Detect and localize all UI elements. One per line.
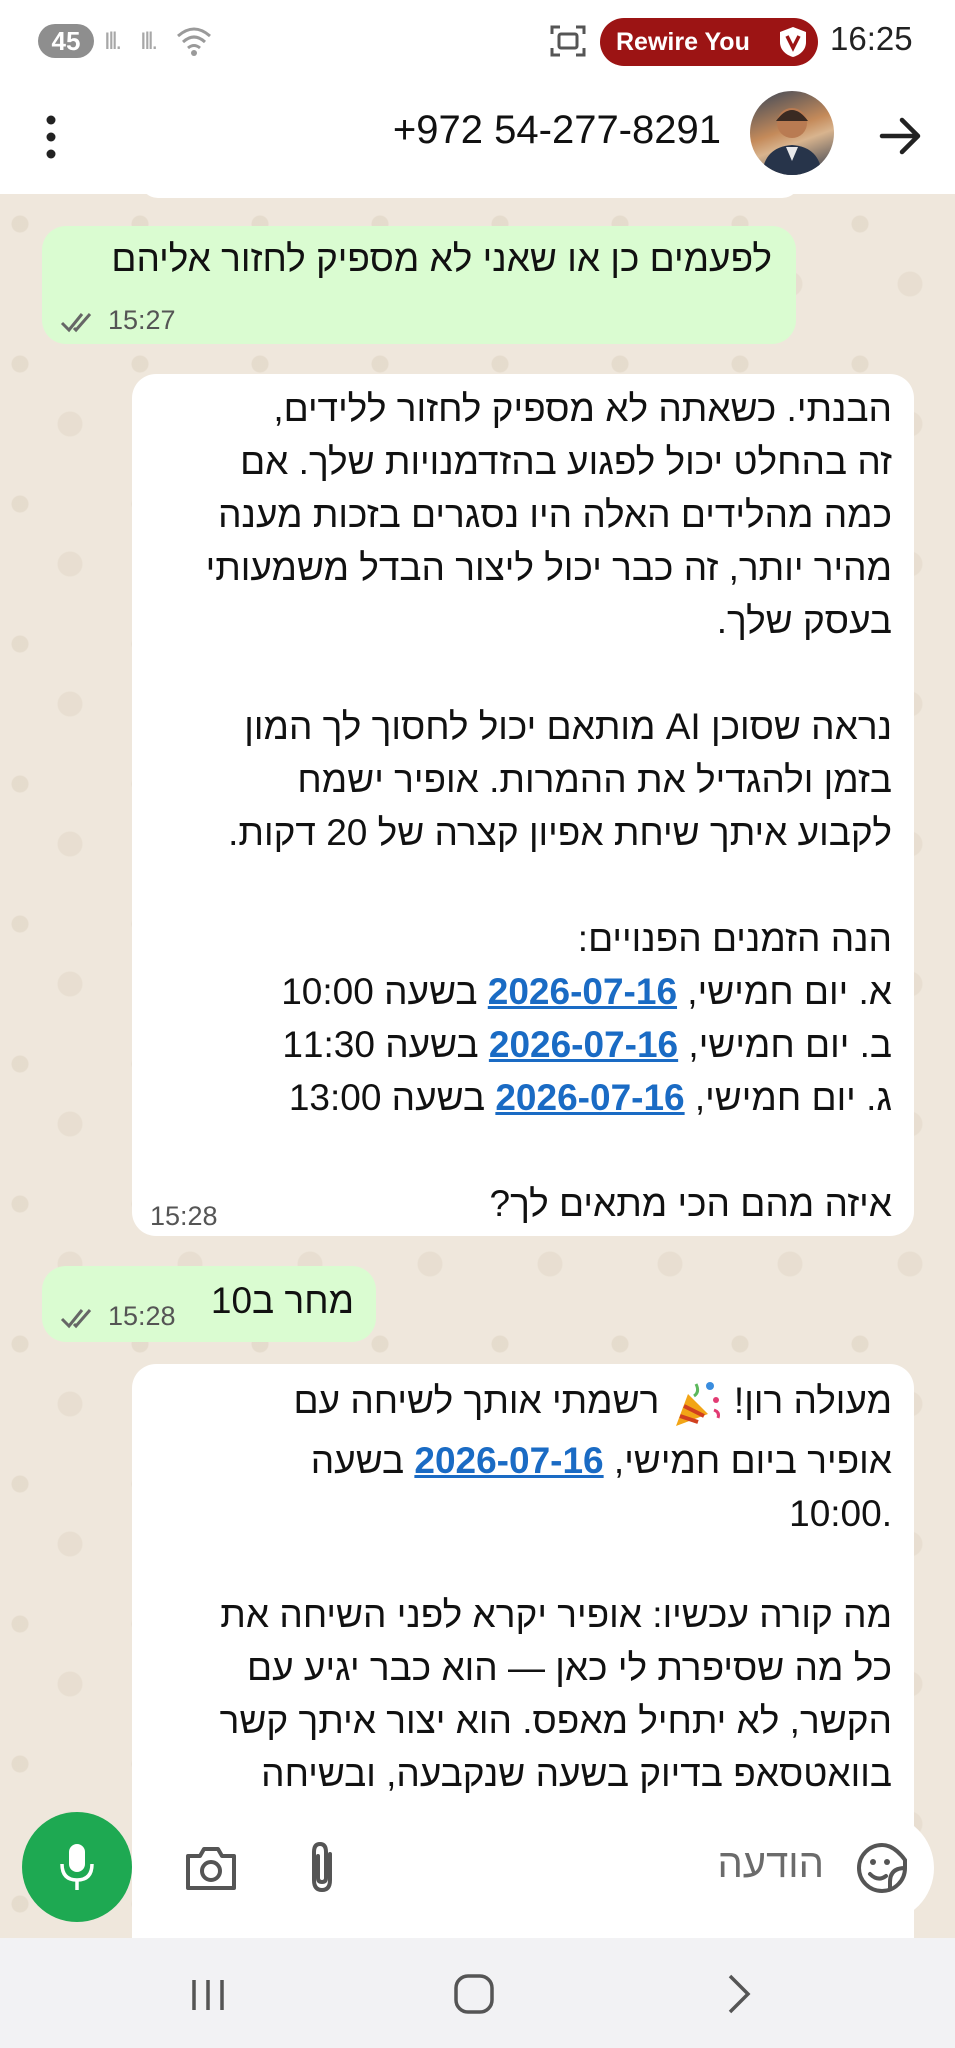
mic-button[interactable] xyxy=(22,1812,132,1922)
message-line: מהיר יותר, זה כבר יכול ליצור הבדל משמעות… xyxy=(205,547,892,588)
message-outgoing[interactable]: מחר ב10 15:28 xyxy=(42,1266,376,1342)
home-icon[interactable] xyxy=(450,1970,498,2018)
message-line: מה קורה עכשיו: אופיר יקרא לפני השיחה את xyxy=(220,1594,892,1635)
signal-icon: Ill. xyxy=(104,28,122,55)
screenshot-icon xyxy=(550,25,586,57)
message-line: בעסק שלך. xyxy=(716,600,892,641)
double-check-icon xyxy=(60,1308,92,1329)
slot-option: א. יום חמישי, 2026-07-16 בשעה 10:00 xyxy=(281,971,892,1012)
clock: 16:25 xyxy=(830,20,913,57)
slot-option: ג. יום חמישי, 2026-07-16 בשעה 13:00 xyxy=(288,1077,892,1118)
message-blank xyxy=(206,1124,892,1177)
message-line: לקבוע איתך שיחת אפיון קצרה של 20 דקות. xyxy=(228,812,892,853)
message-line: .10:00 xyxy=(789,1493,892,1534)
rewire-label: Rewire You xyxy=(616,28,750,56)
message-line: זה בהחלט יכול לפגוע בהזדמנויות שלך. אם xyxy=(240,441,892,482)
chat-header: +972 54-277-8291 xyxy=(0,82,955,194)
signal-icon-2: Ill. xyxy=(140,28,158,55)
chat-area[interactable]: לפעמים כן או שאני לא מספיק לחזור אליהם 1… xyxy=(0,194,955,1938)
message-line: בוואטסאפ בדיוק בשעה שנקבעה, ובשיחה xyxy=(261,1753,892,1794)
message-line: הנה הזמנים הפנויים: xyxy=(577,918,892,959)
avatar[interactable] xyxy=(750,91,834,175)
rewire-you-pill[interactable]: Rewire You xyxy=(600,18,818,66)
paperclip-icon[interactable] xyxy=(298,1840,348,1896)
message-incoming[interactable]: הבנתי. כשאתה לא מספיק לחזור ללידים, זה ב… xyxy=(132,374,914,1236)
message-text: מחר ב10 xyxy=(210,1280,354,1321)
message-line: הבנתי. כשאתה לא מספיק לחזור ללידים, xyxy=(273,388,892,429)
message-text: לפעמים כן או שאני לא מספיק לחזור אליהם xyxy=(111,238,772,279)
back-icon[interactable] xyxy=(716,1970,764,2018)
message-line: הקשר, לא יתחיל מאפס. הוא יצור איתך קשר xyxy=(219,1700,892,1741)
message-line: אופיר ביום חמישי, 2026-07-16 בשעה xyxy=(310,1440,892,1481)
message-time: 15:28 xyxy=(60,1290,176,1343)
system-nav-bar xyxy=(0,1938,955,2048)
message-line: בזמן ולהגדיל את ההמרות. אופיר ישמח xyxy=(297,759,892,800)
slot-option: ב. יום חמישי, 2026-07-16 בשעה 11:30 xyxy=(282,1024,892,1065)
message-line: כמה מהלידים האלה היו נסגרים בזכות מענה xyxy=(218,494,892,535)
previous-message-edge xyxy=(140,194,800,198)
message-blank xyxy=(206,647,892,700)
date-link[interactable]: 2026-07-16 xyxy=(488,971,677,1012)
message-blank xyxy=(206,859,892,912)
double-check-icon xyxy=(60,312,92,333)
message-outgoing[interactable]: לפעמים כן או שאני לא מספיק לחזור אליהם 1… xyxy=(42,226,796,344)
menu-dots-icon[interactable] xyxy=(36,112,66,162)
battery-level: 45 xyxy=(38,24,94,58)
date-link[interactable]: 2026-07-16 xyxy=(489,1024,678,1065)
message-time: 15:28 xyxy=(150,1201,218,1231)
message-blank xyxy=(220,1540,892,1588)
message-line: כל מה שסיפרת לי כאן — הוא כבר יגיע עם xyxy=(247,1647,892,1688)
shield-icon xyxy=(780,27,806,57)
date-link[interactable]: 2026-07-16 xyxy=(495,1077,684,1118)
date-link[interactable]: 2026-07-16 xyxy=(414,1440,603,1481)
message-time: 15:27 xyxy=(60,294,176,347)
message-composer[interactable]: הודעה xyxy=(156,1814,934,1922)
message-line: נראה שסוכן AI מותאם יכול לחסוך לך המון xyxy=(244,706,892,747)
mic-icon xyxy=(60,1844,94,1890)
message-line: מעולה רון! רשמתי אותך לשיחה עם xyxy=(220,1374,892,1434)
camera-icon[interactable] xyxy=(184,1844,238,1892)
wifi-icon xyxy=(177,27,211,56)
message-input[interactable]: הודעה xyxy=(717,1842,824,1887)
contact-name[interactable]: +972 54-277-8291 xyxy=(393,108,721,153)
back-arrow-icon[interactable] xyxy=(876,112,924,160)
message-body: מעולה רון! רשמתי אותך לשיחה עם אופיר ביו… xyxy=(220,1374,892,1800)
sticker-icon[interactable] xyxy=(856,1842,908,1894)
status-bar: 45 Ill. Ill. Rewire You 16:25 xyxy=(0,0,955,82)
message-line: איזה מהם הכי מתאים לך? xyxy=(489,1183,892,1224)
party-popper-icon xyxy=(675,1382,720,1427)
recents-icon[interactable] xyxy=(184,1970,232,2018)
message-body: הבנתי. כשאתה לא מספיק לחזור ללידים, זה ב… xyxy=(206,382,892,1230)
